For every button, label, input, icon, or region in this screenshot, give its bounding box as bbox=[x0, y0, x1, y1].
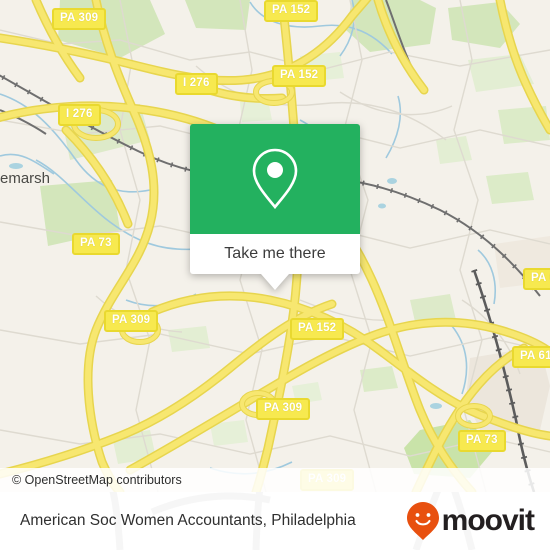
bottom-bar: American Soc Women Accountants, Philadel… bbox=[0, 492, 550, 550]
route-shield: PA 309 bbox=[52, 8, 107, 30]
moovit-smiley-pin-icon bbox=[406, 502, 439, 540]
place-title: American Soc Women Accountants, Philadel… bbox=[20, 492, 356, 550]
place-title-text: American Soc Women Accountants, Philadel… bbox=[20, 512, 356, 529]
route-shield: I 276 bbox=[175, 73, 218, 95]
route-shield: PA 152 bbox=[272, 65, 327, 87]
route-shield: PA 152 bbox=[264, 0, 319, 22]
take-me-there-label: Take me there bbox=[224, 245, 326, 262]
osm-attribution-text: © OpenStreetMap contributors bbox=[12, 473, 182, 487]
route-shield: I 276 bbox=[58, 104, 101, 126]
map-canvas[interactable]: emarsh PA 309 PA 152 PA 152 I 276 I 276 PA 73… bbox=[0, 0, 550, 492]
popup-tail bbox=[261, 274, 289, 290]
route-shield: PA 309 bbox=[256, 398, 311, 420]
route-shield: PA 152 bbox=[290, 318, 345, 340]
moovit-logo[interactable]: moovit bbox=[406, 492, 535, 550]
moovit-place-screenshot: emarsh PA 309 PA 152 PA 152 I 276 I 276 PA 73… bbox=[0, 0, 550, 550]
place-popup[interactable]: Take me there bbox=[190, 124, 360, 290]
take-me-there-button[interactable]: Take me there bbox=[190, 234, 360, 274]
route-shield: PA 611 bbox=[512, 346, 550, 368]
map-attribution-bar: © OpenStreetMap contributors bbox=[0, 468, 550, 492]
map-place-label: emarsh bbox=[0, 170, 51, 187]
moovit-wordmark: moovit bbox=[441, 504, 535, 537]
popup-header bbox=[190, 124, 360, 234]
route-shield: PA 309 bbox=[104, 310, 159, 332]
route-shield: PA 73 bbox=[72, 233, 120, 255]
route-shield: PA 6 bbox=[523, 268, 550, 290]
location-pin-icon bbox=[252, 148, 298, 210]
route-shield: PA 73 bbox=[458, 430, 506, 452]
